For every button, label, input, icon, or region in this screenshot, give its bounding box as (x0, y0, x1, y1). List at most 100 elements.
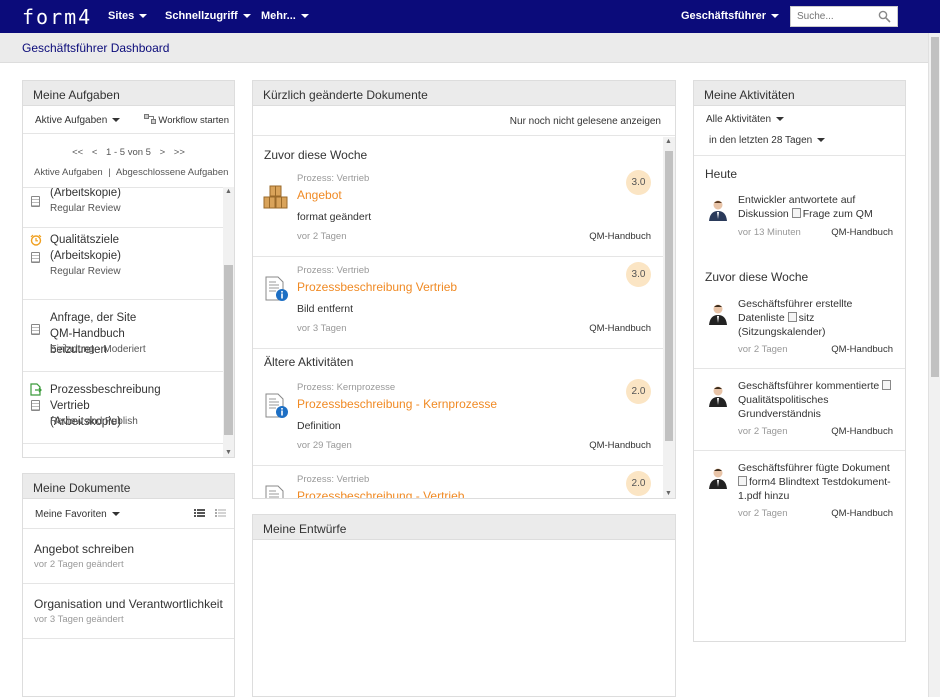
tasks-filter-dropdown[interactable]: Aktive Aufgaben (35, 115, 121, 126)
task-icons (30, 234, 44, 263)
pager-range: 1 - 5 von 5 (106, 147, 151, 158)
start-workflow-button[interactable]: Workflow starten (143, 114, 229, 126)
document-source[interactable]: QM-Handbuch (589, 440, 651, 451)
recent-list-scrollbar-thumb[interactable] (665, 151, 673, 441)
document-date: vor 29 Tagen (297, 440, 352, 451)
avatar[interactable] (708, 303, 728, 325)
tab-active-tasks[interactable]: Aktive Aufgaben (34, 167, 103, 178)
show-unread-only-button[interactable]: Nur noch nicht gelesene anzeigen (510, 116, 661, 127)
tasks-filter-label: Aktive Aufgaben (35, 115, 108, 126)
window-scrollbar[interactable] (928, 33, 940, 697)
tasks-tabs: Aktive Aufgaben | Abgeschlossene Aufgabe… (34, 167, 228, 178)
document-title[interactable]: Angebot schreiben (34, 542, 134, 556)
my-tasks-panel: Meine Aufgaben Aktive Aufgaben Workflow … (22, 80, 235, 458)
pager-last[interactable]: >> (174, 147, 185, 158)
my-activities-panel: Meine Aktivitäten Alle Aktivitäten in de… (693, 80, 906, 642)
tab-completed-tasks[interactable]: Abgeschlossene Aufgaben (116, 167, 229, 178)
my-activities-title: Meine Aktivitäten (694, 81, 905, 106)
scroll-down-icon[interactable]: ▼ (665, 490, 672, 497)
activity-object-link[interactable]: Frage zum QM (803, 208, 873, 220)
activity-type-dropdown[interactable]: Alle Aktivitäten (706, 114, 785, 125)
activity-suffix: hinzu (761, 490, 790, 502)
task-icons (30, 378, 44, 411)
activity-type-label: Alle Aktivitäten (706, 114, 772, 125)
documents-filter-dropdown[interactable]: Meine Favoriten (35, 509, 120, 520)
recent-list-scrollbar[interactable]: ▲ ▼ (663, 137, 675, 498)
chevron-down-icon (770, 14, 779, 19)
task-item[interactable]: Anfrage, der Site QM-Handbuch beizutrete… (23, 300, 223, 372)
doc-info-icon (265, 485, 284, 498)
chevron-down-icon (111, 512, 120, 517)
task-list-scrollbar[interactable]: ▲ ▼ (223, 187, 234, 457)
chevron-down-icon (139, 14, 148, 19)
nav-more[interactable]: Mehr... (261, 10, 309, 22)
list-view-icon[interactable] (194, 508, 205, 518)
document-date: vor 2 Tagen (297, 231, 347, 242)
recent-documents-list: Zuvor diese Woche Prozess: Vertrieb Ange… (253, 137, 663, 498)
task-title[interactable]: Qualitätsziele (Arbeitskopie) (50, 232, 160, 264)
recent-document-item[interactable]: Prozess: Vertrieb Prozessbeschreibung - … (253, 466, 663, 498)
task-item[interactable]: Prozessbeschreibung Vertrieb (Arbeitskop… (23, 372, 223, 444)
nav-sites[interactable]: Sites (108, 10, 148, 22)
top-navigation: form4 Sites Schnellzugriff Mehr... Gesch… (0, 0, 940, 33)
nav-quick-access[interactable]: Schnellzugriff (165, 10, 251, 22)
document-item[interactable]: Angebot schreiben vor 2 Tagen geändert (23, 529, 234, 584)
alarm-clock-icon (30, 234, 42, 246)
scroll-up-icon[interactable]: ▲ (665, 138, 672, 145)
activity-source[interactable]: QM-Handbuch (831, 508, 893, 519)
scroll-up-icon[interactable]: ▲ (225, 188, 232, 195)
activity-range-dropdown[interactable]: in den letzten 28 Tagen (709, 135, 826, 146)
app-logo[interactable]: form4 (22, 5, 92, 29)
task-icons (30, 188, 44, 207)
pager-prev[interactable]: < (92, 147, 98, 158)
document-source[interactable]: QM-Handbuch (589, 323, 651, 334)
task-item[interactable]: Qualitätsziele (Arbeitskopie) Regular Re… (23, 228, 223, 300)
window-scrollbar-thumb[interactable] (931, 37, 939, 377)
page-title: Geschäftsführer Dashboard (22, 41, 170, 55)
detail-view-icon[interactable] (215, 508, 226, 518)
page-header: Geschäftsführer Dashboard (0, 33, 928, 63)
version-badge: 3.0 (626, 262, 651, 287)
recent-document-item[interactable]: Prozess: Vertrieb Prozessbeschreibung Ve… (253, 257, 663, 349)
chevron-down-icon (300, 14, 309, 19)
search-icon[interactable] (878, 10, 891, 23)
version-badge: 2.0 (626, 471, 651, 496)
avatar[interactable] (708, 467, 728, 489)
pager-first[interactable]: << (72, 147, 83, 158)
avatar[interactable] (708, 385, 728, 407)
avatar[interactable] (708, 199, 728, 221)
search-input[interactable] (791, 7, 873, 26)
my-tasks-title: Meine Aufgaben (23, 81, 234, 106)
document-link[interactable]: Prozessbeschreibung - Kernprozesse (297, 397, 497, 411)
my-drafts-title: Meine Entwürfe (253, 515, 675, 540)
document-link[interactable]: Angebot (297, 188, 342, 202)
my-documents-title: Meine Dokumente (23, 474, 234, 499)
start-workflow-label: Workflow starten (158, 115, 229, 126)
activity-source[interactable]: QM-Handbuch (831, 344, 893, 355)
document-link[interactable]: Prozessbeschreibung Vertrieb (297, 280, 457, 294)
activity-item: Geschäftsführer erstellte Datenliste sit… (694, 297, 905, 369)
document-source[interactable]: QM-Handbuch (589, 231, 651, 242)
workflow-icon (143, 114, 156, 124)
task-title[interactable]: (Arbeitskopie) (50, 188, 160, 201)
activity-source[interactable]: QM-Handbuch (831, 227, 893, 238)
task-item[interactable]: (Arbeitskopie) Regular Review (23, 188, 223, 228)
recent-document-item[interactable]: Prozess: Kernprozesse Prozessbeschreibun… (253, 374, 663, 466)
document-link[interactable]: Prozessbeschreibung - Vertrieb (297, 489, 464, 498)
document-item[interactable]: Organisation und Verantwortlichkeit vor … (23, 584, 234, 639)
activity-date: vor 2 Tagen (738, 344, 788, 355)
scroll-down-icon[interactable]: ▼ (225, 449, 232, 456)
activity-object-link[interactable]: Qualitätspolitisches Grundverständnis (738, 394, 828, 420)
task-subtitle: Regular Review (50, 203, 121, 214)
recent-document-item[interactable]: Prozess: Vertrieb Angebot format geänder… (253, 165, 663, 257)
task-subtitle: Einladung - Moderiert (50, 344, 146, 355)
activity-source[interactable]: QM-Handbuch (831, 426, 893, 437)
task-icons (30, 306, 44, 335)
document-title[interactable]: Organisation und Verantwortlichkeit (34, 597, 223, 611)
pager-next[interactable]: > (160, 147, 166, 158)
task-subtitle: Regular Review (50, 266, 121, 277)
user-menu[interactable]: Geschäftsführer (681, 10, 779, 22)
activity-item: Geschäftsführer fügte Dokument form4 Bli… (694, 461, 905, 533)
clipboard-icon (31, 252, 40, 263)
task-list-scrollbar-thumb[interactable] (224, 265, 233, 435)
